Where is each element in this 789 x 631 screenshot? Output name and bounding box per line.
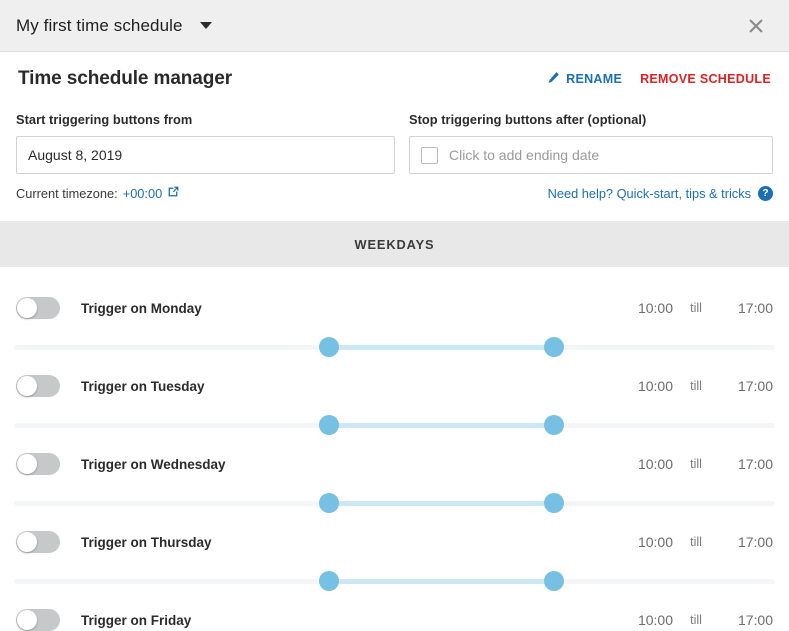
schedule-title: My first time schedule bbox=[16, 15, 183, 35]
weekday-toggle[interactable] bbox=[16, 609, 60, 631]
till-label: till bbox=[690, 613, 702, 627]
end-time-value: 17:00 bbox=[737, 612, 773, 628]
time-range-slider[interactable] bbox=[14, 333, 775, 361]
pencil-icon bbox=[547, 71, 560, 87]
weekday-row: Trigger on Monday 10:00 till 17:00 bbox=[0, 283, 789, 361]
slider-selected-range bbox=[329, 579, 554, 584]
page-title: Time schedule manager bbox=[18, 68, 233, 89]
weekday-row-header: Trigger on Thursday 10:00 till 17:00 bbox=[0, 517, 789, 567]
timezone-info: Current timezone: +00:00 bbox=[16, 185, 180, 201]
till-label: till bbox=[690, 379, 702, 393]
end-date-placeholder: Click to add ending date bbox=[449, 147, 600, 163]
end-time-value: 17:00 bbox=[737, 378, 773, 394]
end-date-input[interactable]: Click to add ending date bbox=[409, 136, 773, 174]
till-label: till bbox=[690, 457, 702, 471]
slider-selected-range bbox=[329, 345, 554, 350]
start-date-label: Start triggering buttons from bbox=[16, 112, 193, 127]
chevron-down-icon[interactable] bbox=[195, 15, 217, 37]
external-link-icon[interactable] bbox=[167, 185, 180, 201]
weekdays-label: WEEKDAYS bbox=[354, 236, 435, 252]
start-date-input[interactable]: August 8, 2019 bbox=[16, 136, 395, 174]
time-range-slider[interactable] bbox=[14, 567, 775, 595]
weekday-label: Trigger on Tuesday bbox=[81, 378, 205, 394]
time-schedule-dialog: My first time schedule Time schedule man… bbox=[0, 0, 789, 631]
help-label: Need help? Quick-start, tips & tricks bbox=[547, 185, 751, 201]
rename-label: RENAME bbox=[566, 72, 623, 86]
slider-handle-end[interactable] bbox=[543, 493, 564, 513]
info-row: Current timezone: +00:00 Need help? Quic… bbox=[0, 174, 789, 201]
slider-handle-start[interactable] bbox=[319, 493, 340, 513]
remove-schedule-button[interactable]: REMOVE SCHEDULE bbox=[640, 72, 771, 86]
weekday-times: 10:00 till 17:00 bbox=[619, 378, 773, 394]
weekday-row: Trigger on Wednesday 10:00 till 17:00 bbox=[0, 439, 789, 517]
manager-header: Time schedule manager RENAME REMOVE SCHE… bbox=[0, 52, 789, 90]
weekday-row: Trigger on Tuesday 10:00 till 17:00 bbox=[0, 361, 789, 439]
slider-selected-range bbox=[329, 501, 554, 506]
weekday-toggle[interactable] bbox=[16, 375, 60, 397]
close-icon[interactable] bbox=[743, 13, 769, 39]
remove-schedule-label: REMOVE SCHEDULE bbox=[640, 72, 771, 86]
end-date-label: Stop triggering buttons after (optional) bbox=[409, 112, 647, 127]
timezone-value: +00:00 bbox=[122, 185, 163, 201]
weekday-times: 10:00 till 17:00 bbox=[619, 456, 773, 472]
weekday-times: 10:00 till 17:00 bbox=[619, 534, 773, 550]
weekday-list: Trigger on Monday 10:00 till 17:00 Trigger o… bbox=[0, 267, 789, 631]
time-range-slider[interactable] bbox=[14, 411, 775, 439]
start-time-value: 10:00 bbox=[637, 300, 673, 316]
weekday-toggle[interactable] bbox=[16, 297, 60, 319]
dialog-titlebar: My first time schedule bbox=[0, 0, 789, 52]
slider-handle-start[interactable] bbox=[319, 337, 340, 357]
start-date-value: August 8, 2019 bbox=[28, 147, 123, 163]
end-time-value: 17:00 bbox=[737, 534, 773, 550]
header-actions: RENAME REMOVE SCHEDULE bbox=[547, 71, 771, 87]
timezone-label: Current timezone: bbox=[16, 185, 118, 201]
weekday-toggle[interactable] bbox=[16, 531, 60, 553]
end-date-field-group: Stop triggering buttons after (optional)… bbox=[409, 112, 773, 174]
end-time-value: 17:00 bbox=[737, 456, 773, 472]
checkbox-unchecked-icon[interactable] bbox=[421, 146, 438, 164]
slider-handle-start[interactable] bbox=[319, 415, 340, 435]
help-link[interactable]: Need help? Quick-start, tips & tricks ? bbox=[547, 185, 773, 201]
end-time-value: 17:00 bbox=[737, 300, 773, 316]
till-label: till bbox=[690, 535, 702, 549]
slider-handle-end[interactable] bbox=[543, 415, 564, 435]
slider-selected-range bbox=[329, 423, 554, 428]
start-time-value: 10:00 bbox=[637, 378, 673, 394]
weekday-label: Trigger on Wednesday bbox=[81, 456, 226, 472]
slider-handle-end[interactable] bbox=[543, 337, 564, 357]
rename-button[interactable]: RENAME bbox=[547, 71, 622, 87]
time-range-slider[interactable] bbox=[14, 489, 775, 517]
weekday-times: 10:00 till 17:00 bbox=[619, 612, 773, 628]
weekday-row-header: Trigger on Tuesday 10:00 till 17:00 bbox=[0, 361, 789, 411]
weekday-row-header: Trigger on Monday 10:00 till 17:00 bbox=[0, 283, 789, 333]
weekday-row-header: Trigger on Wednesday 10:00 till 17:00 bbox=[0, 439, 789, 489]
weekday-row: Trigger on Friday 10:00 till 17:00 bbox=[0, 595, 789, 631]
slider-handle-start[interactable] bbox=[319, 571, 340, 591]
slider-handle-end[interactable] bbox=[543, 571, 564, 591]
weekday-label: Trigger on Monday bbox=[81, 300, 202, 316]
start-time-value: 10:00 bbox=[637, 534, 673, 550]
weekday-toggle[interactable] bbox=[16, 453, 60, 475]
weekday-label: Trigger on Friday bbox=[81, 612, 192, 628]
start-time-value: 10:00 bbox=[637, 456, 673, 472]
weekday-row: Trigger on Thursday 10:00 till 17:00 bbox=[0, 517, 789, 595]
weekday-times: 10:00 till 17:00 bbox=[619, 300, 773, 316]
start-time-value: 10:00 bbox=[637, 612, 673, 628]
date-fields: Start triggering buttons from August 8, … bbox=[0, 90, 789, 174]
weekday-row-header: Trigger on Friday 10:00 till 17:00 bbox=[0, 595, 789, 631]
start-date-field-group: Start triggering buttons from August 8, … bbox=[16, 112, 395, 174]
till-label: till bbox=[690, 301, 702, 315]
weekday-label: Trigger on Thursday bbox=[81, 534, 212, 550]
question-mark-icon: ? bbox=[758, 185, 773, 201]
weekdays-section-header: WEEKDAYS bbox=[0, 221, 789, 267]
